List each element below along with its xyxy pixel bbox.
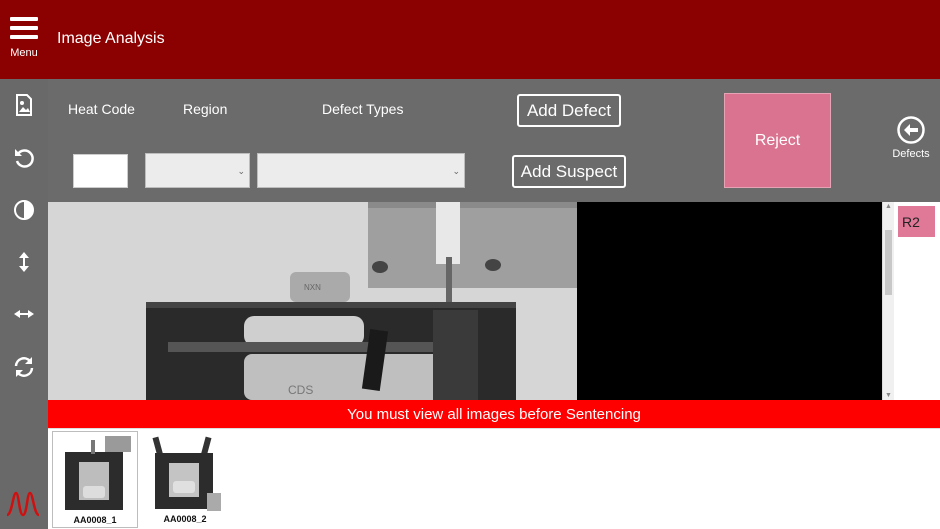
image-analysis-app: Menu Image Analysis Heat Code Region Def… (0, 0, 940, 529)
refresh-tool-button[interactable] (0, 345, 48, 389)
back-arrow-icon (897, 116, 925, 144)
flip-horizontal-tool-button[interactable] (0, 292, 48, 336)
image-viewer[interactable]: CDS NXN (48, 202, 882, 400)
add-defect-button[interactable]: Add Defect (517, 94, 621, 127)
flip-horizontal-icon (14, 310, 34, 318)
thumbnail-label: AA0008_2 (163, 514, 207, 524)
defect-types-label: Defect Types (322, 101, 404, 117)
region-label: Region (183, 101, 228, 117)
flip-vertical-tool-button[interactable] (0, 240, 48, 284)
rotate-tool-button[interactable] (0, 136, 48, 180)
defects-back-button[interactable]: Defects (888, 115, 934, 160)
menu-button[interactable]: Menu (0, 0, 48, 79)
image-icon (16, 94, 32, 116)
thumbnail-item[interactable]: AA0008_1 (52, 431, 138, 528)
region-tag-r2[interactable]: R2 (898, 206, 935, 237)
thumbnail-label: AA0008_1 (73, 515, 117, 525)
defect-controls: Heat Code Region Defect Types ⌄ ⌄ Add De… (48, 79, 940, 202)
chevron-down-icon: ⌄ (237, 166, 245, 176)
thumbnail-image (147, 433, 223, 513)
region-select[interactable]: ⌄ (145, 153, 250, 188)
rotate-icon (15, 149, 34, 168)
reject-button[interactable]: Reject (724, 93, 831, 188)
contrast-icon (14, 200, 34, 220)
xray-image: CDS NXN (48, 202, 577, 400)
header-bar: Menu Image Analysis (0, 0, 940, 79)
defects-label: Defects (892, 148, 930, 160)
page-title: Image Analysis (57, 30, 165, 47)
flip-vertical-icon (19, 252, 29, 272)
refresh-icon (14, 357, 34, 377)
hamburger-icon (10, 17, 38, 39)
chevron-down-icon: ⌄ (452, 166, 460, 176)
contrast-tool-button[interactable] (0, 188, 48, 232)
warning-banner: You must view all images before Sentenci… (48, 400, 940, 428)
xray-marking: NXN (304, 283, 321, 292)
thumbnail-image (57, 434, 133, 514)
image-tool-button[interactable] (0, 83, 48, 127)
viewer-scrollbar[interactable]: ▲ ▼ (882, 202, 894, 400)
menu-label: Menu (10, 47, 38, 59)
heat-code-input[interactable] (73, 154, 128, 188)
scroll-up-icon[interactable]: ▲ (885, 203, 892, 210)
scrollbar-thumb[interactable] (885, 230, 892, 295)
thumbnail-item[interactable]: AA0008_2 (142, 431, 228, 528)
tool-sidebar (0, 79, 48, 529)
waveform-logo (6, 491, 40, 517)
xray-text: CDS (288, 383, 313, 397)
scroll-down-icon[interactable]: ▼ (885, 392, 892, 399)
region-tag-panel: R2 (894, 202, 940, 400)
defect-types-select[interactable]: ⌄ (257, 153, 465, 188)
thumbnail-strip: AA0008_1 AA0008_2 (48, 428, 940, 529)
heat-code-label: Heat Code (68, 101, 135, 117)
add-suspect-button[interactable]: Add Suspect (512, 155, 626, 188)
